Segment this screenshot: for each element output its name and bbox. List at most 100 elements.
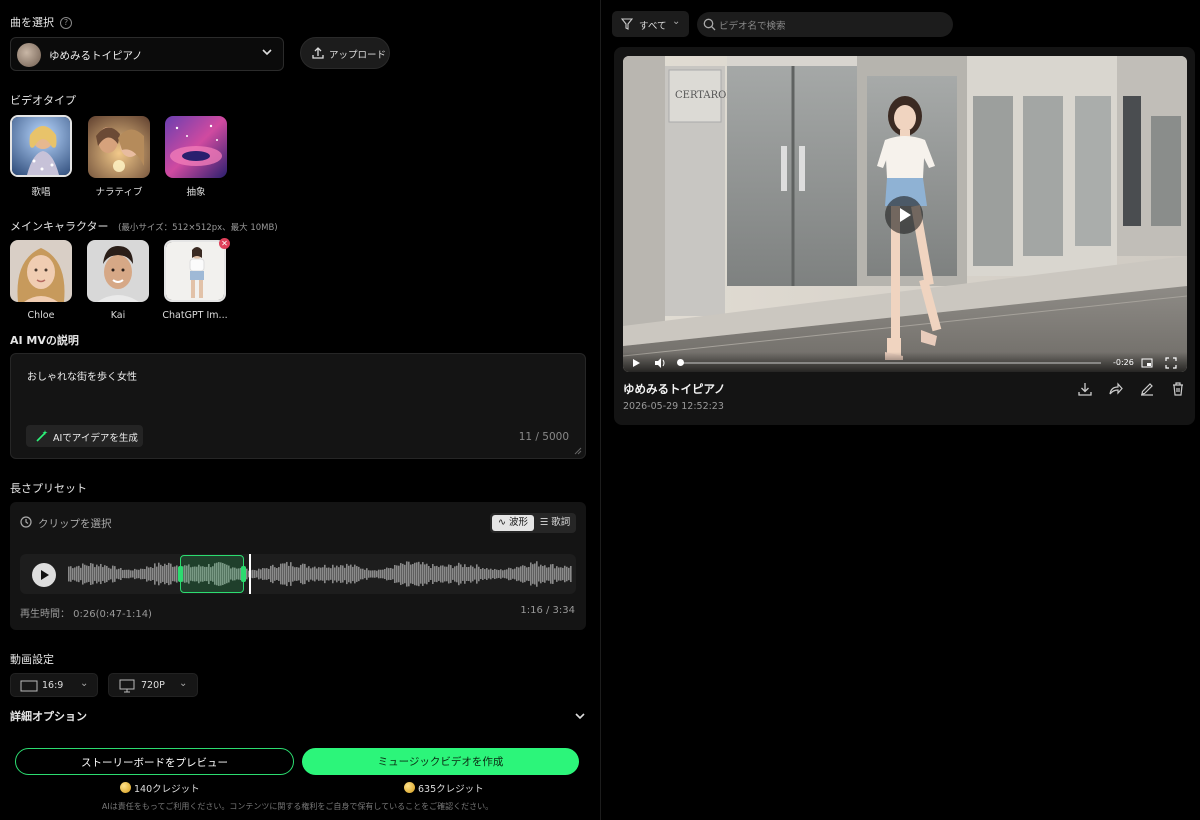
waveform-bar (348, 565, 350, 583)
waveform-bar (284, 563, 286, 585)
waveform-bar (156, 566, 158, 582)
waveform-bar (158, 562, 160, 586)
waveform-play-button[interactable] (32, 563, 56, 587)
waveform-icon: ∿ (497, 517, 506, 528)
resize-handle-icon[interactable] (574, 447, 582, 455)
preview-storyboard-label: ストーリーボードをプレビュー (81, 757, 228, 769)
waveform-bar (362, 568, 364, 580)
waveform-bar (256, 570, 258, 578)
resolution-dropdown[interactable]: 720P ⌄ (108, 673, 198, 697)
video-type-card-singing[interactable] (10, 115, 72, 177)
waveform-bar (424, 564, 426, 584)
singing-thumbnail (12, 117, 70, 175)
video-type-card-abstract[interactable] (165, 116, 227, 178)
waveform-bar (392, 568, 394, 580)
waveform-bar (518, 567, 520, 581)
create-music-video-label: ミュージックビデオを作成 (377, 756, 504, 768)
remove-character-icon[interactable]: ✕ (219, 238, 230, 249)
waveform-bar (84, 564, 86, 584)
waveform-bar (150, 567, 152, 581)
character-label-chatgpt: ChatGPT Im... (162, 310, 228, 321)
waveform-bar (372, 570, 374, 578)
waveform-bar (306, 567, 308, 581)
waveform-bar (168, 562, 170, 586)
song-name: ゆめみるトイピアノ (49, 50, 143, 62)
waveform-bar (262, 568, 264, 580)
waveform-bar (444, 566, 446, 582)
character-card-kai[interactable] (87, 240, 149, 302)
waveform-bar (70, 566, 72, 582)
playhead[interactable] (249, 554, 251, 594)
monitor-icon (119, 679, 135, 693)
waveform-bar (268, 568, 270, 580)
waveform-bar (478, 566, 480, 582)
waveform-bar (90, 563, 92, 585)
video-type-card-narrative[interactable] (88, 116, 150, 178)
waveform-bar (476, 564, 478, 584)
video-player[interactable]: CERTARON -0:26 (623, 56, 1187, 372)
waveform-bar (436, 565, 438, 583)
fullscreen-icon[interactable] (1165, 357, 1177, 369)
filter-dropdown[interactable]: すべて ⌄ (612, 11, 689, 37)
waveform-bar (354, 564, 356, 584)
waveform-bar (462, 567, 464, 581)
video-type-label-abstract: 抽象 (186, 187, 206, 198)
waveform-bar (504, 569, 506, 579)
ai-idea-label: AIでアイデアを生成 (53, 433, 138, 444)
waveform-bar (536, 561, 538, 587)
waveform-bar (500, 569, 502, 579)
play-icon[interactable] (631, 358, 641, 368)
character-card-chatgpt[interactable] (164, 240, 226, 302)
waveform-bar (396, 565, 398, 583)
waveform-bar (310, 568, 312, 580)
advanced-options-label[interactable]: 詳細オプション (10, 708, 87, 724)
song-select-dropdown[interactable]: ゆめみるトイピアノ (10, 37, 284, 71)
waveform-bar (274, 567, 276, 581)
video-progress-handle[interactable] (677, 359, 684, 366)
waveform-bar (430, 568, 432, 580)
video-progress-bar[interactable] (679, 362, 1101, 364)
waveform-bar (130, 570, 132, 578)
clip-selection-range[interactable] (180, 555, 244, 593)
aspect-ratio-dropdown[interactable]: 16:9 ⌄ (10, 673, 98, 697)
advanced-options-chevron-icon[interactable] (574, 710, 586, 722)
lyrics-toggle[interactable]: ☰ 歌詞 (536, 515, 574, 531)
edit-icon[interactable] (1139, 381, 1155, 397)
waveform-track[interactable] (20, 554, 576, 594)
video-search-input[interactable]: ビデオ名で検索 (697, 12, 953, 37)
ai-idea-button[interactable]: AIでアイデアを生成 (26, 425, 143, 447)
clip-start-handle[interactable] (178, 566, 183, 582)
create-music-video-button[interactable]: ミュージックビデオを作成 (302, 748, 579, 775)
description-textarea[interactable]: おしゃれな街を歩く女性 AIでアイデアを生成 11 / 5000 (10, 353, 586, 459)
waveform-bar (552, 564, 554, 584)
picture-in-picture-icon[interactable] (1141, 357, 1153, 369)
waveform-bar (426, 563, 428, 585)
waveform-bar (454, 566, 456, 582)
clip-end-handle[interactable] (241, 566, 246, 582)
length-preset-label: 長さプリセット (10, 482, 87, 495)
waveform-bar (556, 566, 558, 582)
volume-icon[interactable] (654, 357, 666, 369)
waveform-bar (566, 566, 568, 582)
waveform-bar (118, 568, 120, 580)
preview-storyboard-button[interactable]: ストーリーボードをプレビュー (15, 748, 294, 775)
waveform-bar (170, 563, 172, 585)
upload-button[interactable]: アップロード (300, 37, 390, 69)
waveform-bar (294, 567, 296, 581)
video-play-button[interactable] (885, 196, 923, 234)
left-panel: 曲を選択? ゆめみるトイピアノ アップロード ビデオタイプ 歌唱 ナラティブ 抽… (0, 0, 600, 820)
waveform-bar (276, 568, 278, 580)
share-icon[interactable] (1108, 381, 1124, 397)
waveform-bar (434, 566, 436, 582)
waveform-bar (410, 564, 412, 584)
help-icon[interactable]: ? (60, 17, 72, 29)
waveform-toggle[interactable]: ∿ 波形 (492, 515, 534, 531)
trash-icon[interactable] (1170, 381, 1186, 397)
waveform-bar (316, 568, 318, 580)
waveform-bar (132, 570, 134, 578)
download-icon[interactable] (1077, 381, 1093, 397)
character-card-chloe[interactable] (10, 240, 72, 302)
description-label: AI MVの説明 (10, 334, 79, 347)
waveform-bar (334, 567, 336, 581)
waveform-bar (464, 564, 466, 584)
